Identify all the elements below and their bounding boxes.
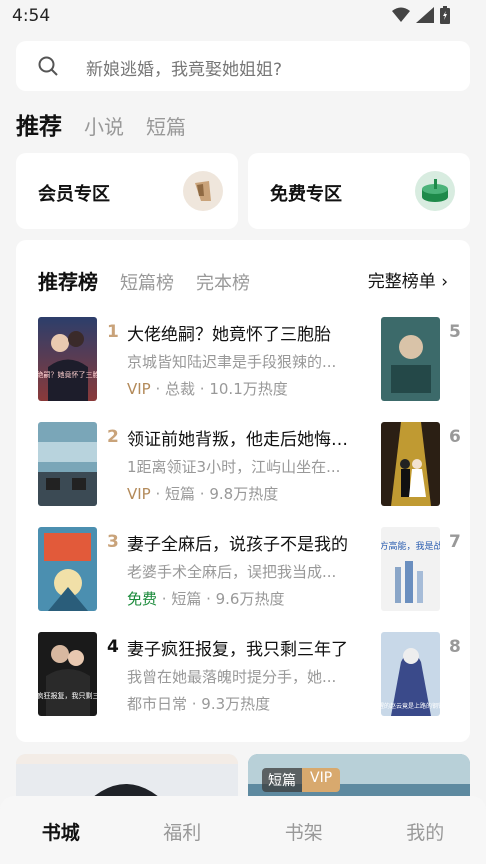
bottom-nav: 书城 福利 书架 我的 <box>0 796 486 864</box>
member-zone-card[interactable]: 会员专区 <box>16 153 238 229</box>
book-cover[interactable] <box>381 422 440 506</box>
search-bar[interactable]: 新娘逃婚，我竟娶她姐姐? <box>16 41 470 91</box>
rank-number: 4 <box>107 637 119 657</box>
tag-vip: VIP <box>302 768 341 792</box>
book-cover <box>38 527 97 611</box>
search-icon <box>38 56 58 76</box>
book-title: 领证前她背叛，他走后她悔疯了 <box>127 430 355 450</box>
ranking-item[interactable]: 妻子疯狂报复，我只剩三年？ 4 妻子疯狂报复，我只剩三年了 我曾在她最落魄时提分… <box>38 632 470 716</box>
tab-short-rank[interactable]: 短篇榜 <box>120 269 174 295</box>
status-time: 4:54 <box>12 6 51 26</box>
book-title: 大佬绝嗣？她竟怀了三胞胎 <box>127 325 331 345</box>
vip-badge: VIP <box>127 485 151 503</box>
cover-text: 前方高能，我是战马 <box>381 540 440 552</box>
nav-bookstore[interactable]: 书城 <box>0 796 122 864</box>
tab-complete-rank[interactable]: 完本榜 <box>196 269 250 295</box>
free-zone-label: 免费专区 <box>270 184 342 205</box>
tab-short[interactable]: 短篇 <box>146 111 186 140</box>
nav-mine[interactable]: 我的 <box>365 796 486 864</box>
signal-icon <box>416 7 434 23</box>
book-meta: VIP · 短篇 · 9.8万热度 <box>127 483 278 504</box>
book-desc: 老婆手术全麻后，误把我当成... <box>127 563 337 581</box>
ranking-item[interactable]: 3 妻子全麻后，说孩子不是我的 老婆手术全麻后，误把我当成... 免费 · 短篇… <box>38 527 470 611</box>
member-icon <box>183 171 223 211</box>
top-tabs: 推荐 小说 短篇 <box>16 107 208 141</box>
status-icons <box>392 6 450 24</box>
book-meta-text: · 总裁 · 10.1万热度 <box>150 380 288 398</box>
book-desc: 京城皆知陆迟聿是手段狠辣的... <box>127 353 337 371</box>
book-meta-text: 都市日常 · 9.3万热度 <box>127 695 271 713</box>
book-meta-text: · 短篇 · 9.6万热度 <box>157 590 285 608</box>
ranking-tabs: 推荐榜 短篇榜 完本榜 <box>38 266 272 295</box>
search-placeholder: 新娘逃婚，我竟娶她姐姐? <box>86 60 283 80</box>
book-desc: 1距离领证3小时，江屿山坐在... <box>127 458 341 476</box>
book-title: 妻子疯狂报复，我只剩三年了 <box>127 640 348 660</box>
ranking-panel: 推荐榜 短篇榜 完本榜 完整榜单 › 大佬绝嗣？她竟怀了三胞胎！ 1 大佬绝嗣？… <box>16 240 470 742</box>
book-cover: 妻子疯狂报复，我只剩三年？ <box>38 632 97 716</box>
book-cover <box>38 422 97 506</box>
free-badge: 免费 <box>127 590 158 608</box>
free-zone-card[interactable]: 免费专区 <box>248 153 470 229</box>
rank-number: 3 <box>107 532 119 552</box>
book-desc: 我曾在她最落魄时提分手，她... <box>127 668 337 686</box>
cover-text: 觉醒的赵云竟是上路的钢铁？ <box>381 702 440 710</box>
cover-text: 大佬绝嗣？她竟怀了三胞胎！ <box>38 370 97 379</box>
book-meta: 都市日常 · 9.3万热度 <box>127 693 270 714</box>
book-meta: 免费 · 短篇 · 9.6万热度 <box>127 588 284 609</box>
nav-welfare[interactable]: 福利 <box>122 796 244 864</box>
status-bar: 4:54 <box>0 0 486 34</box>
tag-short: 短篇 <box>262 768 302 792</box>
book-cover[interactable]: 觉醒的赵云竟是上路的钢铁？ <box>381 632 440 716</box>
ranking-item[interactable]: 大佬绝嗣？她竟怀了三胞胎！ 1 大佬绝嗣？她竟怀了三胞胎 京城皆知陆迟聿是手段狠… <box>38 317 470 401</box>
nav-bookshelf[interactable]: 书架 <box>243 796 365 864</box>
member-zone-label: 会员专区 <box>38 184 110 205</box>
tab-novel[interactable]: 小说 <box>84 111 124 140</box>
rank-number: 6 <box>449 427 461 447</box>
book-cover: 大佬绝嗣？她竟怀了三胞胎！ <box>38 317 97 401</box>
content-tag: 短篇 VIP <box>262 768 341 792</box>
tab-recommend-rank[interactable]: 推荐榜 <box>38 266 98 295</box>
book-cover[interactable] <box>381 317 440 401</box>
book-cover[interactable]: 前方高能，我是战马 <box>381 527 440 611</box>
book-meta-text: · 短篇 · 9.8万热度 <box>150 485 279 503</box>
vip-badge: VIP <box>127 380 151 398</box>
free-icon <box>415 171 455 211</box>
book-meta: VIP · 总裁 · 10.1万热度 <box>127 378 288 399</box>
wifi-icon <box>392 7 410 22</box>
full-ranking-link[interactable]: 完整榜单 › <box>368 267 448 292</box>
battery-icon <box>440 6 450 24</box>
rank-number: 1 <box>107 322 119 342</box>
cover-text: 妻子疯狂报复，我只剩三年？ <box>38 691 97 700</box>
rank-number: 7 <box>449 532 461 552</box>
rank-number: 8 <box>449 637 461 657</box>
tab-recommend[interactable]: 推荐 <box>16 107 62 141</box>
rank-number: 2 <box>107 427 119 447</box>
rank-number: 5 <box>449 322 461 342</box>
ranking-item[interactable]: 2 领证前她背叛，他走后她悔疯了 1距离领证3小时，江屿山坐在... VIP ·… <box>38 422 470 506</box>
book-title: 妻子全麻后，说孩子不是我的 <box>127 535 348 555</box>
